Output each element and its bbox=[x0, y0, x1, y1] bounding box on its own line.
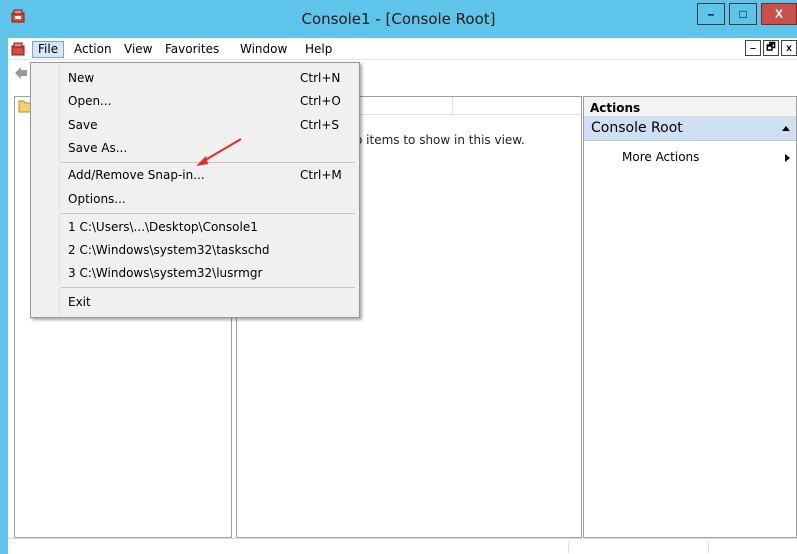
menu-item-save-as[interactable]: Save As... bbox=[32, 137, 358, 159]
status-separator bbox=[708, 541, 709, 553]
mdi-close-button[interactable]: x bbox=[781, 40, 797, 56]
menu-item-recent-1[interactable]: 1 C:\Users\...\Desktop\Console1 bbox=[32, 216, 358, 238]
menu-separator bbox=[61, 287, 355, 288]
collapse-up-icon[interactable] bbox=[782, 126, 790, 131]
menu-item-label: 2 C:\Windows\system32\taskschd bbox=[68, 243, 270, 257]
menu-item-shortcut: Ctrl+S bbox=[300, 118, 340, 132]
close-button[interactable]: X bbox=[761, 3, 797, 25]
actions-section-console-root[interactable]: Console Root bbox=[584, 117, 796, 141]
status-bar bbox=[8, 538, 797, 554]
menu-view[interactable]: View bbox=[119, 41, 157, 58]
menu-item-label: Open... bbox=[68, 94, 112, 108]
menu-item-label: New bbox=[68, 71, 95, 85]
actions-pane: Actions Console Root More Actions bbox=[583, 96, 797, 538]
menu-help[interactable]: Help bbox=[300, 41, 337, 58]
file-menu-dropdown: New Ctrl+N Open... Ctrl+O Save Ctrl+S Sa… bbox=[30, 62, 360, 318]
menu-item-label: 1 C:\Users\...\Desktop\Console1 bbox=[68, 220, 258, 234]
mmc-window: Console1 - [Console Root] – □ X File Act… bbox=[0, 0, 797, 554]
actions-section-label: Console Root bbox=[591, 120, 683, 136]
menu-separator bbox=[61, 162, 355, 163]
column-separator[interactable] bbox=[452, 97, 453, 115]
menu-item-save[interactable]: Save Ctrl+S bbox=[32, 114, 358, 136]
menu-item-recent-2[interactable]: 2 C:\Windows\system32\taskschd bbox=[32, 239, 358, 261]
menu-window[interactable]: Window bbox=[235, 41, 292, 58]
empty-view-message: o items to show in this view. bbox=[355, 133, 525, 147]
menu-item-label: Save As... bbox=[68, 141, 128, 155]
back-arrow-icon[interactable] bbox=[14, 66, 28, 80]
actions-header: Actions bbox=[584, 97, 796, 117]
menu-favorites[interactable]: Favorites bbox=[160, 41, 224, 58]
menu-item-label: Add/Remove Snap-in... bbox=[68, 168, 205, 182]
mdi-minimize-button[interactable]: – bbox=[745, 40, 761, 56]
menu-item-exit[interactable]: Exit bbox=[32, 291, 358, 313]
menu-separator bbox=[61, 213, 355, 214]
menu-item-recent-3[interactable]: 3 C:\Windows\system32\lusrmgr bbox=[32, 262, 358, 284]
menu-item-shortcut: Ctrl+M bbox=[300, 168, 342, 182]
menu-bar: File Action View Favorites Window Help –… bbox=[8, 38, 797, 60]
menu-item-shortcut: Ctrl+O bbox=[300, 94, 341, 108]
menu-item-shortcut: Ctrl+N bbox=[300, 71, 341, 85]
mmc-app-icon[interactable] bbox=[10, 41, 26, 57]
more-actions-item[interactable]: More Actions bbox=[622, 150, 699, 164]
menu-item-label: Save bbox=[68, 118, 98, 132]
menu-item-label: Exit bbox=[68, 295, 91, 309]
menu-item-options[interactable]: Options... bbox=[32, 188, 358, 210]
minimize-button[interactable]: – bbox=[697, 3, 725, 25]
menu-file[interactable]: File bbox=[32, 41, 65, 58]
menu-item-new[interactable]: New Ctrl+N bbox=[32, 67, 358, 89]
expand-right-icon[interactable] bbox=[785, 154, 790, 162]
menu-item-add-remove-snap-in[interactable]: Add/Remove Snap-in... Ctrl+M bbox=[32, 164, 358, 186]
menu-item-label: Options... bbox=[68, 192, 126, 206]
menu-item-label: 3 C:\Windows\system32\lusrmgr bbox=[68, 266, 263, 280]
mdi-controls: – 🗗 x bbox=[745, 40, 797, 56]
status-separator bbox=[568, 541, 569, 553]
mdi-restore-button[interactable]: 🗗 bbox=[763, 40, 779, 56]
menu-item-open[interactable]: Open... Ctrl+O bbox=[32, 90, 358, 112]
maximize-button[interactable]: □ bbox=[729, 3, 757, 25]
menu-action[interactable]: Action bbox=[69, 41, 117, 58]
title-bar[interactable]: Console1 - [Console Root] – □ X bbox=[0, 0, 797, 38]
window-title: Console1 - [Console Root] bbox=[301, 10, 496, 28]
